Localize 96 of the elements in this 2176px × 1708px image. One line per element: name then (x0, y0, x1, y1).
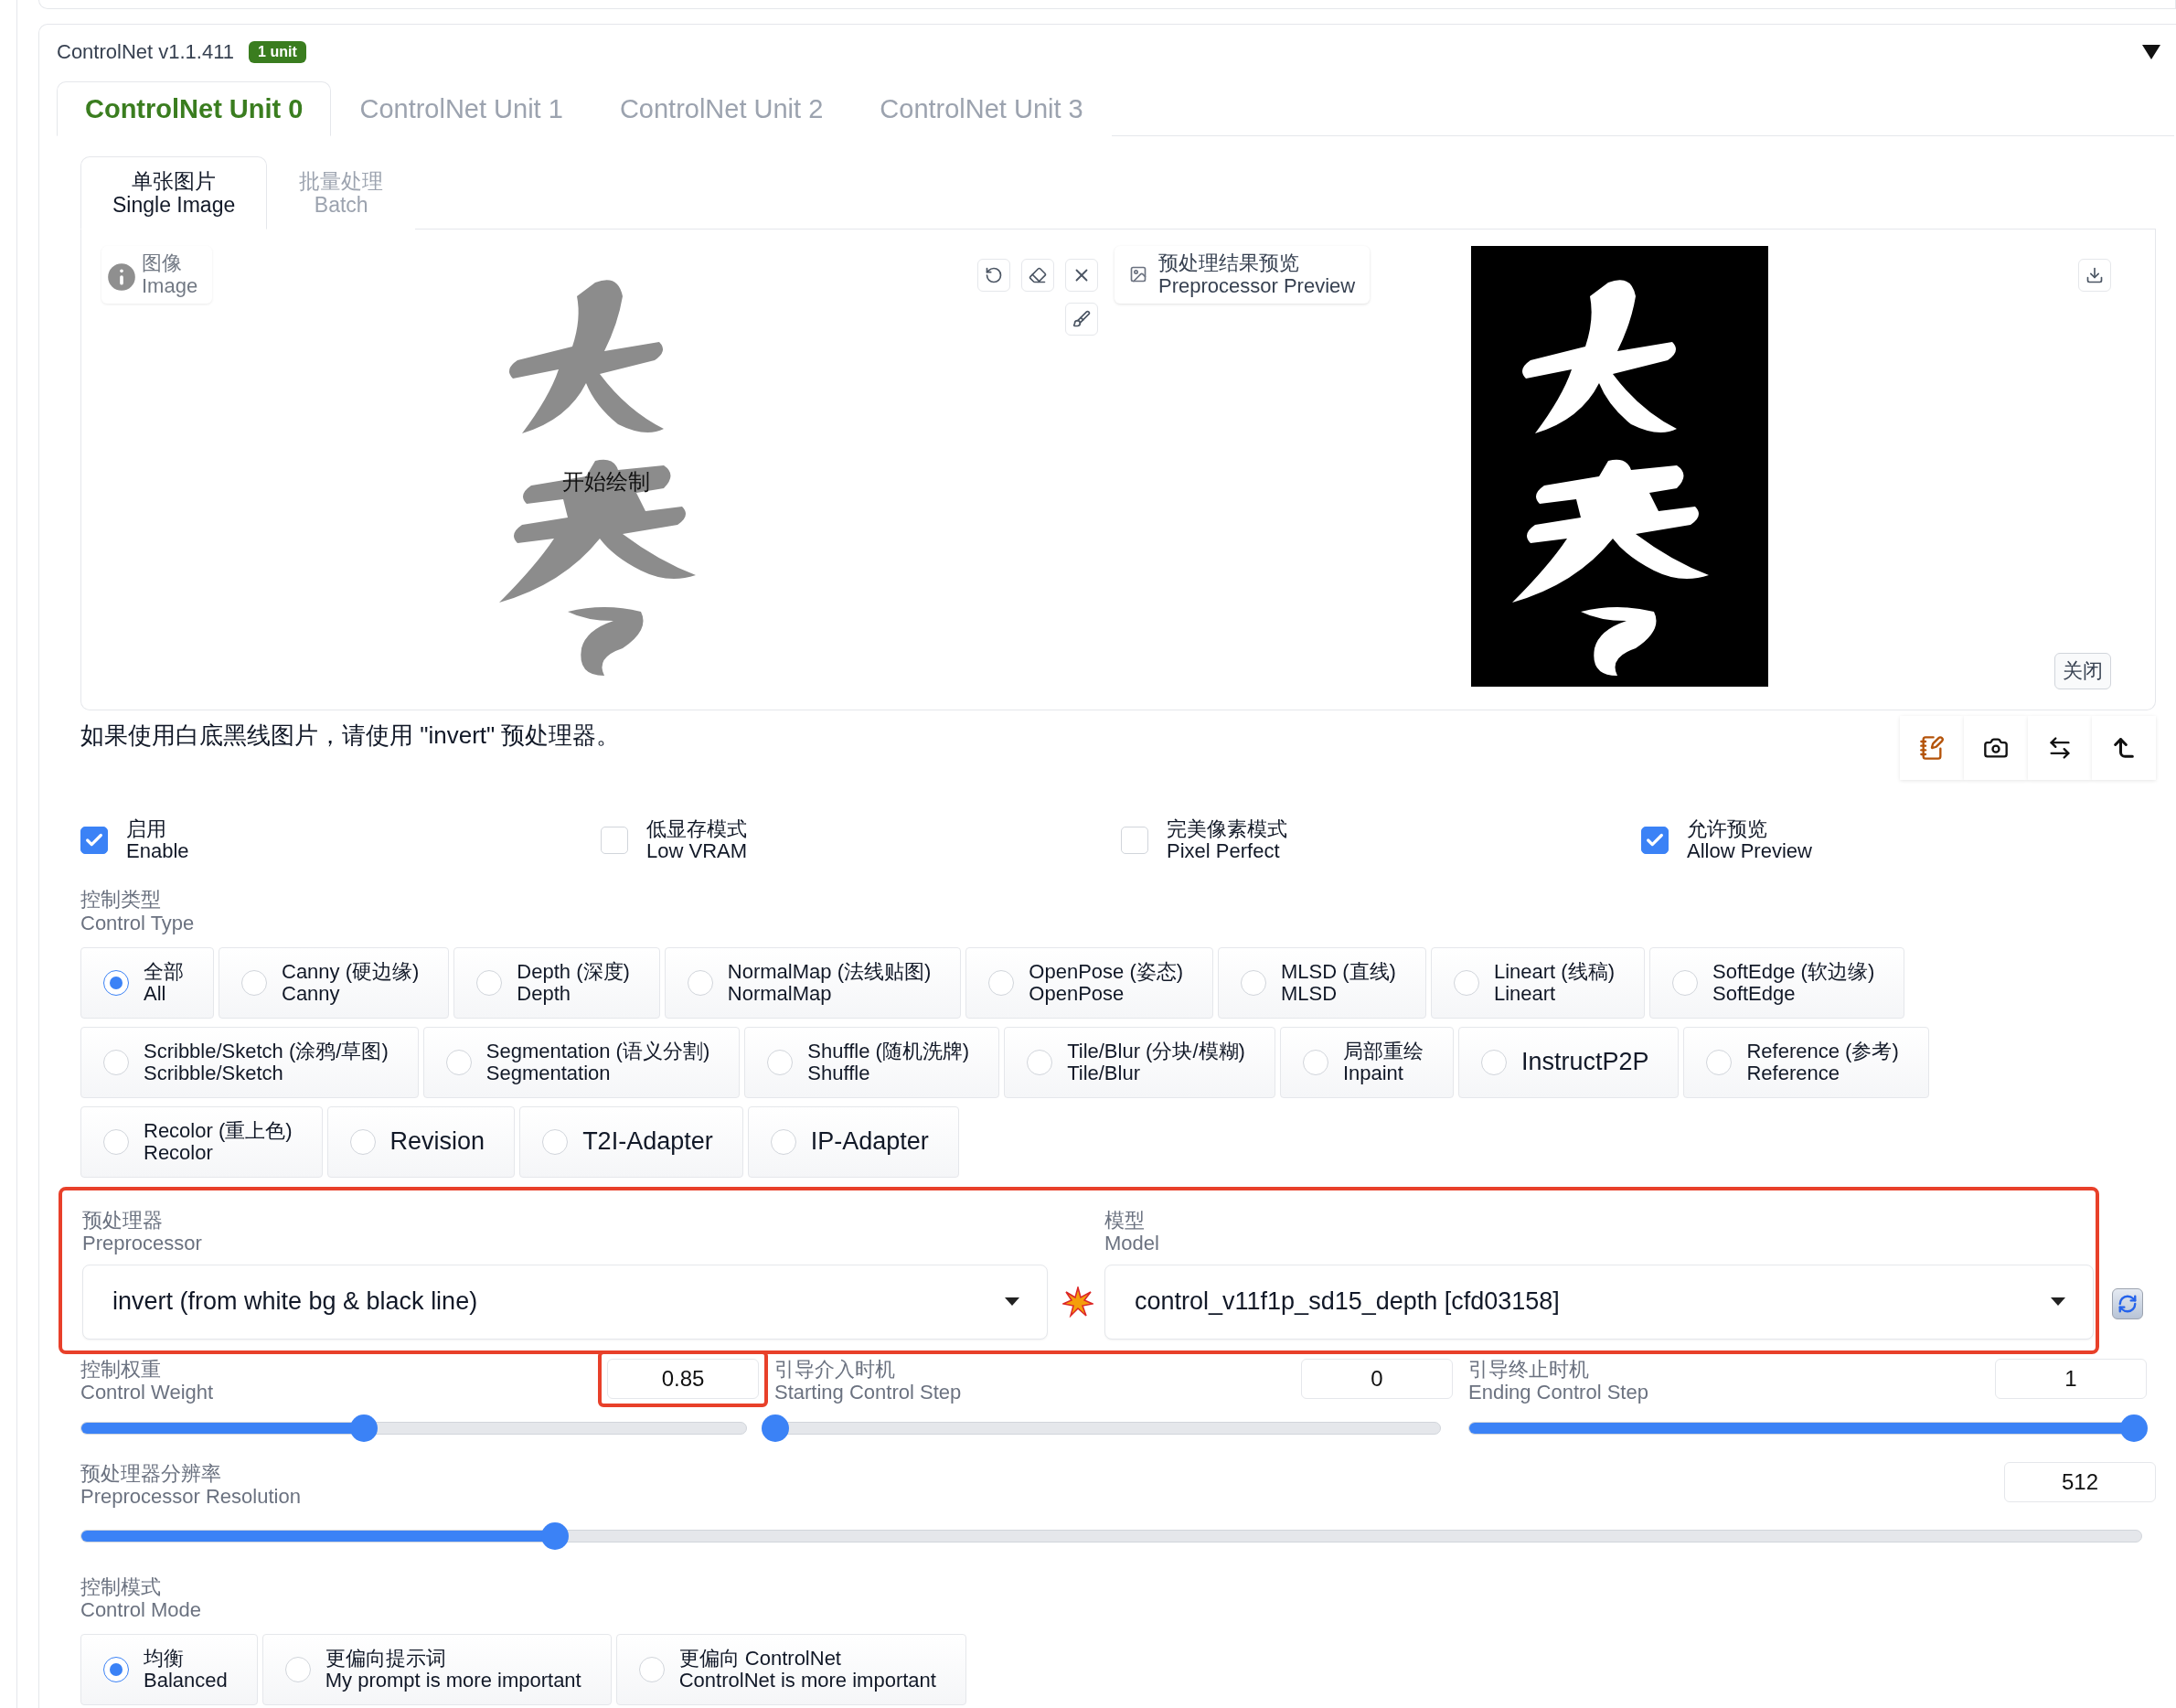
panel-title: ControlNet v1.1.411 (57, 40, 235, 64)
preview-label-text: 预处理结果预览 Preprocessor Preview (1158, 251, 1356, 298)
eraser-icon (1029, 266, 1047, 284)
control-type-option[interactable]: Segmentation (语义分割) Segmentation (422, 1026, 741, 1098)
checkbox[interactable] (80, 827, 108, 855)
control-type-label: 控制类型 Control Type (80, 888, 196, 934)
camera-button[interactable] (1964, 716, 2028, 780)
control-type-option[interactable]: Tile/Blur (分块/模糊) Tile/Blur (1004, 1026, 1275, 1098)
option-label: 均衡 Balanced (144, 1647, 228, 1692)
download-icon (2085, 266, 2104, 284)
option-label: OpenPose (姿态) OpenPose (1029, 960, 1184, 1006)
radio-button[interactable] (103, 969, 129, 996)
checkbox[interactable] (1641, 827, 1669, 855)
control-type-option[interactable]: Recolor (重上色) Recolor (80, 1105, 323, 1178)
number-field[interactable]: 1 (1995, 1358, 2147, 1399)
control-type-option[interactable]: 全部 All (80, 946, 214, 1019)
control-type-option[interactable]: InstructP2P (1457, 1026, 1680, 1098)
close-button[interactable] (1065, 259, 1098, 292)
option-label: NormalMap (法线贴图) NormalMap (727, 960, 932, 1006)
option-label: 全部 All (144, 960, 184, 1006)
control-type-option[interactable]: OpenPose (姿态) OpenPose (965, 946, 1214, 1019)
input-mode-tab[interactable]: 单张图片 Single Image (80, 156, 268, 230)
option-label: 更偏向 ControlNet ControlNet is more important (678, 1647, 936, 1692)
option-label: Recolor (重上色) Recolor (144, 1119, 293, 1165)
control-type-option[interactable]: Scribble/Sketch (涂鸦/草图) Scribble/Sketch (80, 1026, 419, 1098)
undo-icon (985, 266, 1003, 284)
control-type-option[interactable]: IP-Adapter (747, 1105, 959, 1178)
option-label: SoftEdge (软边缘) SoftEdge (1712, 960, 1875, 1006)
notepad-icon (1919, 735, 1945, 761)
control-type-option[interactable]: 局部重绘 Inpaint (1279, 1026, 1454, 1098)
corner-up-arrow-icon (2111, 735, 2137, 761)
control-mode-option[interactable]: 均衡 Balanced (80, 1634, 258, 1706)
brush-icon (1072, 310, 1091, 328)
control-type-option[interactable]: Shuffle (随机洗牌) Shuffle (744, 1026, 1000, 1098)
option-label: Shuffle (随机洗牌) Shuffle (807, 1040, 970, 1085)
control-type-option[interactable]: Lineart (线稿) Lineart (1430, 946, 1645, 1019)
notepad-button[interactable] (1900, 716, 1964, 780)
slider-label: 控制权重 Control Weight (80, 1357, 214, 1404)
refresh-button[interactable] (2112, 1287, 2143, 1319)
image-icon (1129, 265, 1147, 284)
option-label: Canny (硬边缘) Canny (282, 960, 420, 1006)
close-preview-button[interactable]: 关闭 (2054, 653, 2111, 689)
model-label: 模型 Model (1104, 1208, 1160, 1255)
number-field[interactable]: 512 (2004, 1461, 2156, 1502)
number-field[interactable]: 0 (1301, 1358, 1453, 1399)
checkbox-label: 低显存模式 Low VRAM (646, 818, 748, 863)
control-mode-label: 控制模式 Control Mode (80, 1575, 203, 1622)
undo-button[interactable] (977, 259, 1010, 292)
preprocessor-label: 预处理器 Preprocessor (82, 1208, 203, 1255)
option-label: 更偏向提示词 My prompt is more important (325, 1647, 581, 1692)
burst-icon (1062, 1286, 1093, 1318)
option-label: Depth (深度) Depth (517, 960, 630, 1006)
option-label: Tile/Blur (分块/模糊) Tile/Blur (1067, 1040, 1245, 1085)
download-button[interactable] (2078, 259, 2111, 292)
option-label: 局部重绘 Inpaint (1342, 1040, 1424, 1085)
control-mode-option[interactable]: 更偏向提示词 My prompt is more important (261, 1634, 612, 1706)
control-type-option[interactable]: Depth (深度) Depth (453, 946, 660, 1019)
option-label: Revision (389, 1127, 485, 1157)
checkbox-label: 完美像素模式 Pixel Perfect (1167, 818, 1287, 863)
unit-count-badge: 1 unit (249, 41, 306, 63)
refresh-icon (2117, 1293, 2138, 1314)
control-type-option[interactable]: SoftEdge (软边缘) SoftEdge (1649, 946, 1905, 1019)
option-label: Scribble/Sketch (涂鸦/草图) Scribble/Sketch (144, 1040, 389, 1085)
control-type-option[interactable]: Reference (参考) Reference (1683, 1026, 1929, 1098)
invert-note: 如果使用白底黑线图片，请使用 "invert" 预处理器。 (80, 721, 621, 751)
control-type-option[interactable]: T2I-Adapter (519, 1105, 743, 1178)
brush-button[interactable] (1065, 303, 1098, 336)
option-label: InstructP2P (1520, 1048, 1649, 1077)
dropdown-caret-icon (2051, 1297, 2065, 1307)
slider-label: 预处理器分辨率 Preprocessor Resolution (80, 1461, 301, 1509)
checkbox-label: 允许预览 Allow Preview (1687, 818, 1812, 863)
option-label: Reference (参考) Reference (1746, 1040, 1899, 1085)
model-dropdown[interactable]: control_v11f1p_sd15_depth [cfd03158] (1104, 1264, 2094, 1340)
unit-tab[interactable]: ControlNet Unit 0 (57, 81, 332, 136)
dropdown-caret-icon (1005, 1297, 1019, 1307)
preprocessor-dropdown[interactable]: invert (from white bg & black line) (82, 1264, 1048, 1340)
slider-label: 引导介入时机 Starting Control Step (774, 1357, 962, 1404)
eraser-button[interactable] (1021, 259, 1054, 292)
control-type-option[interactable]: Canny (硬边缘) Canny (219, 946, 450, 1019)
slider-label: 引导终止时机 Ending Control Step (1468, 1357, 1648, 1404)
option-label: Lineart (线稿) Lineart (1493, 960, 1615, 1006)
option-label: IP-Adapter (810, 1127, 929, 1157)
collapse-triangle-icon[interactable] (2141, 44, 2161, 60)
control-type-option[interactable]: Revision (326, 1105, 516, 1178)
send-up-button[interactable] (2092, 716, 2156, 780)
control-mode-option[interactable]: 更偏向 ControlNet ControlNet is more important (615, 1634, 966, 1706)
control-type-option[interactable]: MLSD (直线) MLSD (1218, 946, 1426, 1019)
control-type-option[interactable]: NormalMap (法线贴图) NormalMap (664, 946, 962, 1019)
option-label: Segmentation (语义分割) Segmentation (485, 1040, 710, 1085)
number-field[interactable]: 0.85 (607, 1358, 759, 1399)
image-label-text: 图像 Image (142, 251, 198, 298)
checkbox-label: 启用 Enable (126, 818, 189, 863)
option-label: MLSD (直线) MLSD (1281, 960, 1396, 1006)
option-label: T2I-Adapter (582, 1127, 713, 1157)
swap-button[interactable] (2028, 716, 2092, 780)
radio-button[interactable] (103, 1657, 129, 1683)
